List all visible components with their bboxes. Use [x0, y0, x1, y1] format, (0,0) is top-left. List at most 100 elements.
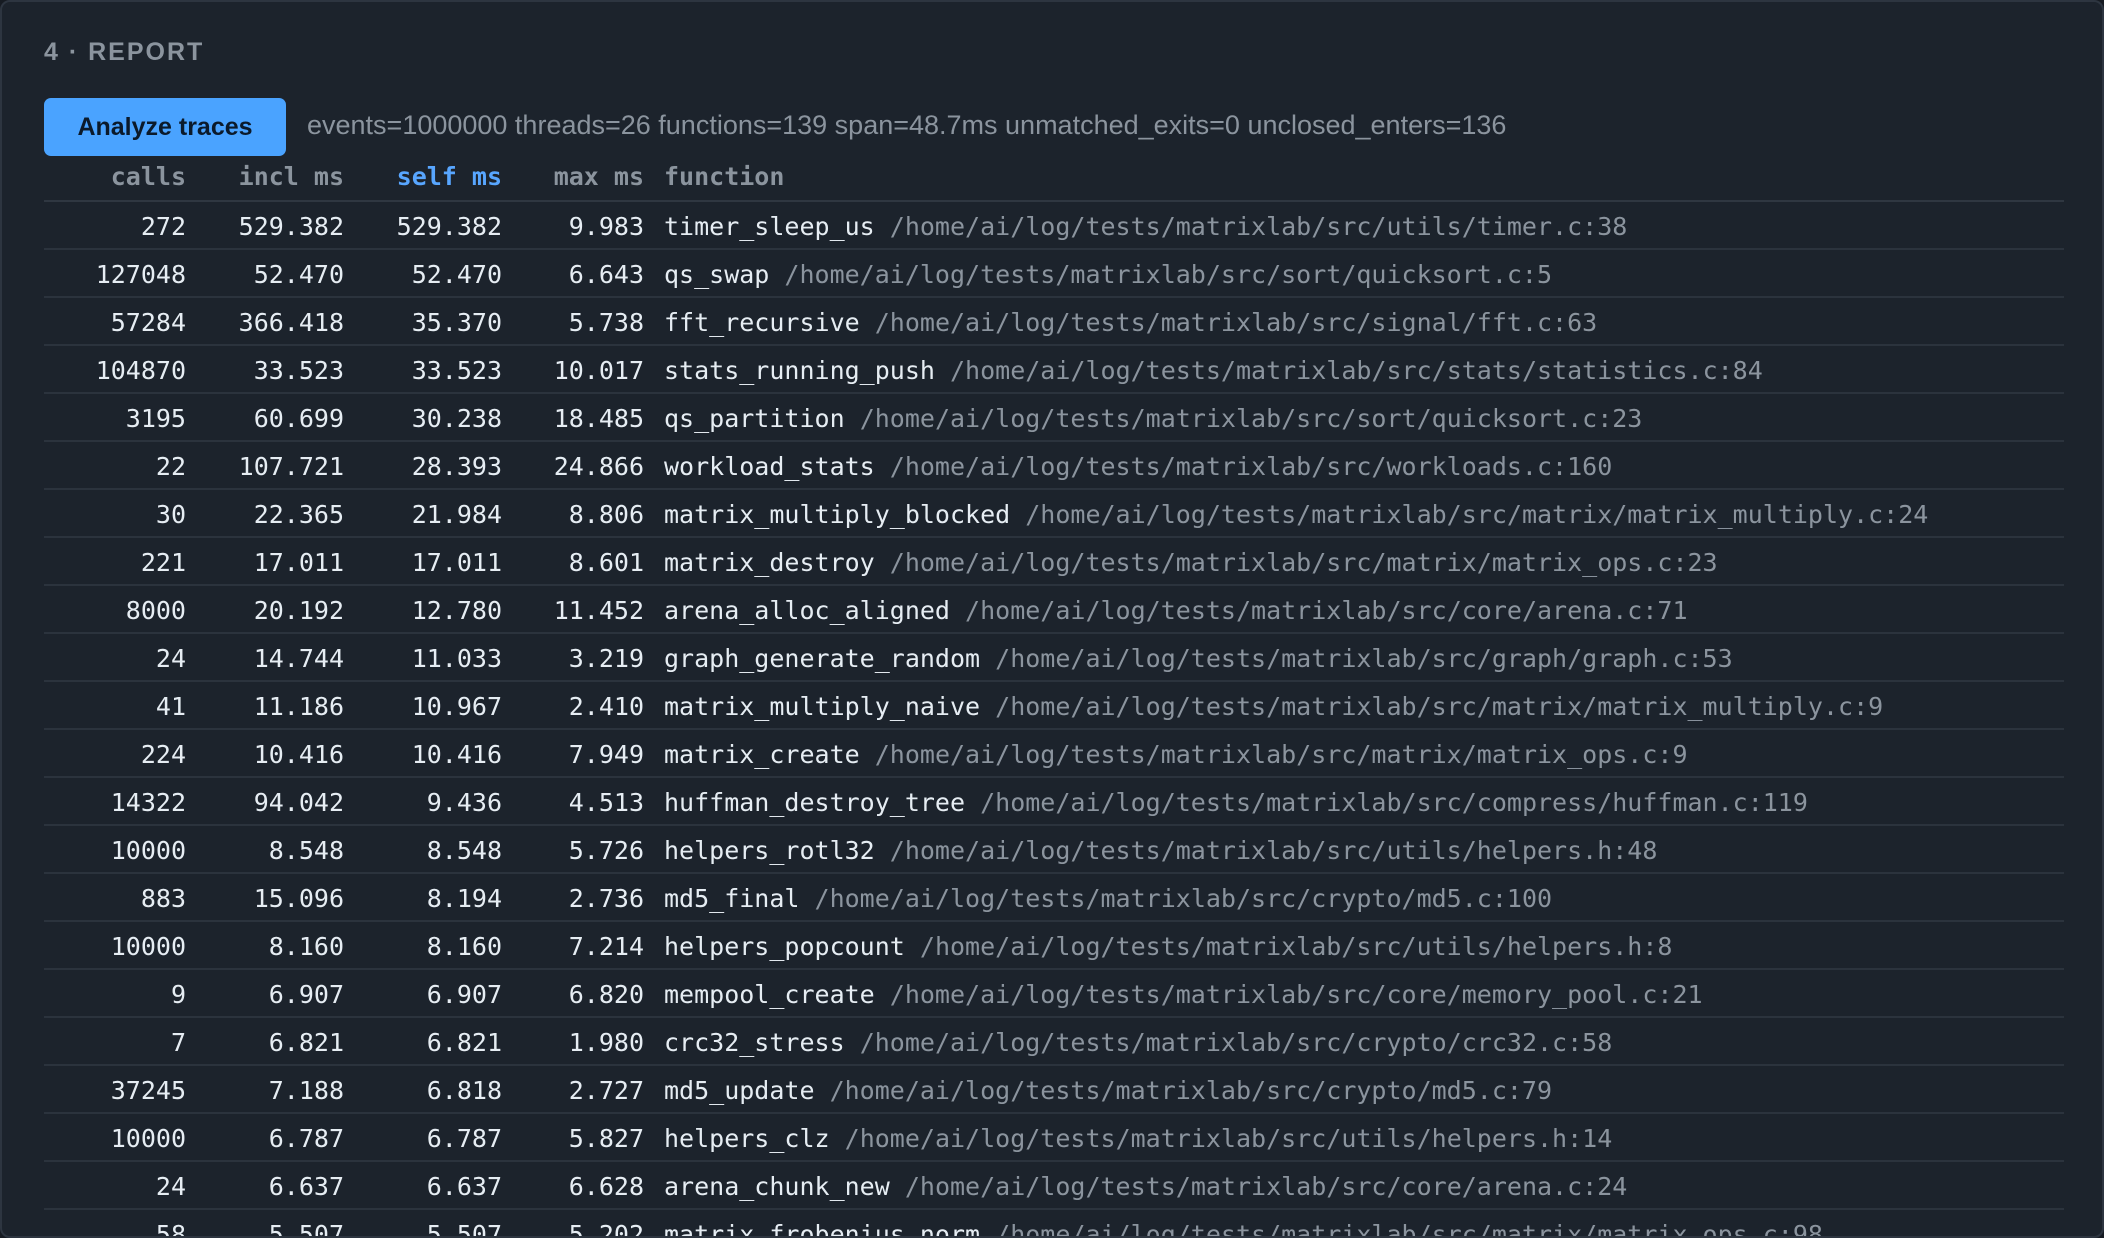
max-ms-cell: 6.820: [568, 980, 644, 1009]
function-cell: workload_stats /home/ai/log/tests/matrix…: [664, 452, 1612, 481]
table-row[interactable]: 10000 8.160 8.160 7.214 helpers_popcount /ho…: [44, 922, 2064, 970]
self-ms-cell: 35.370: [411, 308, 502, 337]
table-row[interactable]: 8000 20.192 12.780 11.452 arena_alloc_aligne…: [44, 586, 2064, 634]
table-row[interactable]: 3195 60.699 30.238 18.485 qs_partition /home…: [44, 394, 2064, 442]
function-name: md5_update: [664, 1076, 815, 1105]
table-row[interactable]: 24 14.744 11.033 3.219 graph_generate_random…: [44, 634, 2064, 682]
function-path: /home/ai/log/tests/matrixlab/src/core/ar…: [904, 1172, 1628, 1201]
table-row[interactable]: 14322 94.042 9.436 4.513 huffman_destroy_tre…: [44, 778, 2064, 826]
function-name: matrix_multiply_blocked: [664, 500, 1011, 529]
self-ms-cell: 529.382: [396, 212, 502, 241]
table-row[interactable]: 37245 7.188 6.818 2.727 md5_update /home/ai/…: [44, 1066, 2064, 1114]
table-row[interactable]: 22 107.721 28.393 24.866 workload_stats /hom…: [44, 442, 2064, 490]
max-ms-cell: 6.643: [568, 260, 644, 289]
table-row[interactable]: 24 6.637 6.637 6.628 arena_chunk_new /home/a…: [44, 1162, 2064, 1210]
table-row[interactable]: 224 10.416 10.416 7.949 matrix_create /home/…: [44, 730, 2064, 778]
function-name: crc32_stress: [664, 1028, 845, 1057]
table-row[interactable]: 7 6.821 6.821 1.980 crc32_stress /home/ai/lo…: [44, 1018, 2064, 1066]
incl-ms-cell: 17.011: [253, 548, 344, 577]
self-ms-cell: 10.416: [411, 740, 502, 769]
table-row[interactable]: 10000 8.548 8.548 5.726 helpers_rotl32 /home…: [44, 826, 2064, 874]
incl-ms-cell: 6.907: [268, 980, 344, 1009]
self-ms-cell: 30.238: [411, 404, 502, 433]
analyze-traces-button[interactable]: Analyze traces: [44, 98, 286, 156]
function-cell: timer_sleep_us /home/ai/log/tests/matrix…: [664, 212, 1627, 241]
table-row[interactable]: 30 22.365 21.984 8.806 matrix_multiply_block…: [44, 490, 2064, 538]
self-ms-cell: 28.393: [411, 452, 502, 481]
incl-ms-cell: 22.365: [253, 500, 344, 529]
calls-cell: 57284: [110, 308, 186, 337]
max-ms-cell: 7.949: [568, 740, 644, 769]
function-cell: arena_chunk_new /home/ai/log/tests/matri…: [664, 1172, 1627, 1201]
function-cell: md5_final /home/ai/log/tests/matrixlab/s…: [664, 884, 1552, 913]
function-cell: graph_generate_random /home/ai/log/tests…: [664, 644, 1733, 673]
function-cell: stats_running_push /home/ai/log/tests/ma…: [664, 356, 1763, 385]
table-row[interactable]: 104870 33.523 33.523 10.017 stats_running_pu…: [44, 346, 2064, 394]
max-ms-cell: 5.202: [568, 1220, 644, 1238]
max-ms-cell: 2.410: [568, 692, 644, 721]
max-ms-cell: 1.980: [568, 1028, 644, 1057]
trace-summary: events=1000000 threads=26 functions=139 …: [307, 110, 1507, 140]
function-cell: helpers_rotl32 /home/ai/log/tests/matrix…: [664, 836, 1657, 865]
function-cell: matrix_destroy /home/ai/log/tests/matrix…: [664, 548, 1718, 577]
function-path: /home/ai/log/tests/matrixlab/src/utils/h…: [889, 836, 1658, 865]
self-ms-cell: 8.548: [426, 836, 502, 865]
table-row[interactable]: 883 15.096 8.194 2.736 md5_final /home/ai/lo…: [44, 874, 2064, 922]
calls-cell: 272: [140, 212, 186, 241]
incl-ms-cell: 6.821: [268, 1028, 344, 1057]
max-ms-cell: 2.727: [568, 1076, 644, 1105]
self-ms-cell: 8.194: [426, 884, 502, 913]
self-ms-cell: 33.523: [411, 356, 502, 385]
function-path: /home/ai/log/tests/matrixlab/src/matrix/…: [874, 740, 1688, 769]
calls-cell: 8000: [125, 596, 186, 625]
function-name: arena_chunk_new: [664, 1172, 890, 1201]
function-name: fft_recursive: [664, 308, 860, 337]
table-body: 272 529.382 529.382 9.983 timer_sleep_us /ho…: [44, 202, 2064, 1238]
self-ms-cell: 9.436: [426, 788, 502, 817]
function-path: /home/ai/log/tests/matrixlab/src/utils/t…: [889, 212, 1628, 241]
calls-cell: 224: [140, 740, 186, 769]
max-ms-cell: 11.452: [553, 596, 644, 625]
self-ms-cell: 6.821: [426, 1028, 502, 1057]
incl-ms-cell: 6.637: [268, 1172, 344, 1201]
calls-cell: 24: [155, 644, 186, 673]
function-name: qs_partition: [664, 404, 845, 433]
incl-ms-cell: 94.042: [253, 788, 344, 817]
calls-cell: 104870: [95, 356, 186, 385]
function-name: graph_generate_random: [664, 644, 981, 673]
self-ms-cell: 10.967: [411, 692, 502, 721]
column-header-function[interactable]: function: [664, 162, 784, 191]
function-name: qs_swap: [664, 260, 770, 289]
column-header-max-ms[interactable]: max ms: [554, 162, 644, 191]
function-name: helpers_popcount: [664, 932, 905, 961]
incl-ms-cell: 529.382: [238, 212, 344, 241]
table-row[interactable]: 272 529.382 529.382 9.983 timer_sleep_us /ho…: [44, 202, 2064, 250]
function-cell: matrix_frobenius_norm /home/ai/log/tests…: [664, 1220, 1823, 1238]
table-row[interactable]: 127048 52.470 52.470 6.643 qs_swap /home/ai/…: [44, 250, 2064, 298]
max-ms-cell: 3.219: [568, 644, 644, 673]
column-header-self-ms[interactable]: self ms: [397, 162, 502, 191]
incl-ms-cell: 33.523: [253, 356, 344, 385]
table-row[interactable]: 41 11.186 10.967 2.410 matrix_multiply_naive…: [44, 682, 2064, 730]
table-row[interactable]: 58 5.507 5.507 5.202 matrix_frobenius_norm /…: [44, 1210, 2064, 1238]
column-header-calls[interactable]: calls: [111, 162, 186, 191]
function-path: /home/ai/log/tests/matrixlab/src/crypto/…: [829, 1076, 1553, 1105]
incl-ms-cell: 14.744: [253, 644, 344, 673]
max-ms-cell: 8.601: [568, 548, 644, 577]
table-row[interactable]: 9 6.907 6.907 6.820 mempool_create /home/ai/…: [44, 970, 2064, 1018]
incl-ms-cell: 11.186: [253, 692, 344, 721]
column-header-incl-ms[interactable]: incl ms: [239, 162, 344, 191]
table-row[interactable]: 10000 6.787 6.787 5.827 helpers_clz /home/ai…: [44, 1114, 2064, 1162]
self-ms-cell: 6.907: [426, 980, 502, 1009]
function-name: mempool_create: [664, 980, 875, 1009]
function-path: /home/ai/log/tests/matrixlab/src/matrix/…: [995, 1220, 1823, 1238]
max-ms-cell: 5.738: [568, 308, 644, 337]
table-row[interactable]: 221 17.011 17.011 8.601 matrix_destroy /home…: [44, 538, 2064, 586]
function-path: /home/ai/log/tests/matrixlab/src/utils/h…: [844, 1124, 1613, 1153]
function-cell: helpers_popcount /home/ai/log/tests/matr…: [664, 932, 1672, 961]
function-path: /home/ai/log/tests/matrixlab/src/graph/g…: [995, 644, 1733, 673]
function-cell: arena_alloc_aligned /home/ai/log/tests/m…: [664, 596, 1688, 625]
function-path: /home/ai/log/tests/matrixlab/src/matrix/…: [1025, 500, 1929, 529]
table-row[interactable]: 57284 366.418 35.370 5.738 fft_recursive /ho…: [44, 298, 2064, 346]
max-ms-cell: 18.485: [553, 404, 644, 433]
